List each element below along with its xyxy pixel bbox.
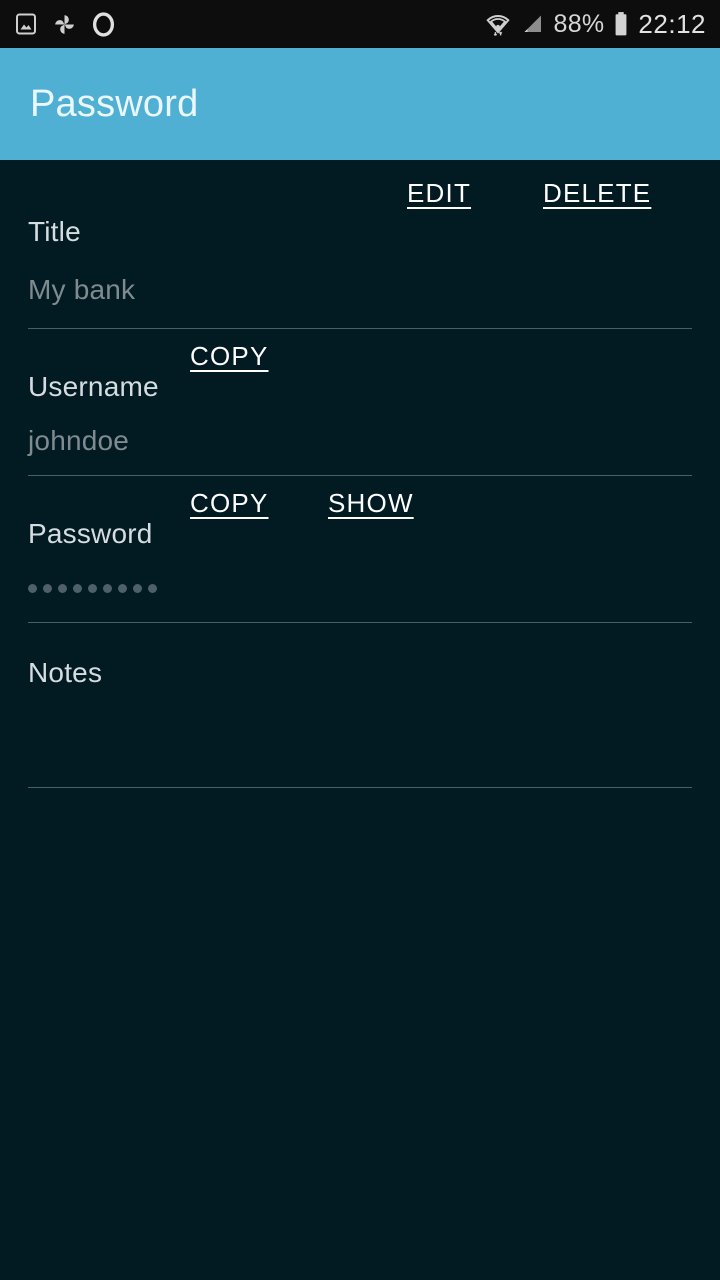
field-group-password: Password COPY SHOW <box>0 476 720 623</box>
password-field-header: Password COPY SHOW <box>28 476 692 554</box>
notes-field-header: Notes <box>28 623 692 693</box>
title-field-actions: EDIT DELETE <box>28 160 692 252</box>
copy-password-button[interactable]: COPY <box>190 488 268 519</box>
username-input-value[interactable]: johndoe <box>28 425 129 457</box>
password-dot <box>73 583 82 593</box>
password-dot <box>43 583 52 593</box>
password-input-row[interactable] <box>28 554 692 623</box>
delete-button[interactable]: DELETE <box>543 178 651 209</box>
username-field-label: Username <box>28 371 159 402</box>
page-title: Password <box>30 82 199 125</box>
wifi-icon <box>485 11 511 37</box>
status-bar-right-icons: 88% 22:12 <box>485 9 706 40</box>
show-password-button[interactable]: SHOW <box>328 488 414 519</box>
password-masked-value[interactable] <box>28 583 157 593</box>
field-group-notes: Notes <box>0 623 720 788</box>
app-bar: Password <box>0 48 720 160</box>
password-dot <box>58 583 67 593</box>
title-field-label: Title <box>28 216 81 247</box>
username-field-header: Username COPY <box>28 329 692 407</box>
notes-field-label: Notes <box>28 657 103 688</box>
password-dot <box>28 583 37 593</box>
password-dot <box>88 583 97 593</box>
edit-button[interactable]: EDIT <box>407 178 471 209</box>
password-detail-form: Title EDIT DELETE My bank Username COPY … <box>0 160 720 788</box>
title-input-value[interactable]: My bank <box>28 274 135 306</box>
pinwheel-icon <box>52 12 77 37</box>
status-bar-left-icons <box>14 11 116 37</box>
password-dot <box>103 583 112 593</box>
vodafone-icon <box>91 11 116 37</box>
password-dot <box>118 583 127 593</box>
field-group-username: Username COPY johndoe <box>0 329 720 476</box>
battery-percent-label: 88% <box>553 9 605 38</box>
field-group-title: Title EDIT DELETE My bank <box>0 160 720 329</box>
notes-input-row[interactable] <box>28 693 692 788</box>
title-input-row[interactable]: My bank <box>28 252 692 329</box>
battery-icon <box>613 11 629 37</box>
signal-icon <box>520 12 544 36</box>
gallery-icon <box>14 12 38 36</box>
copy-username-button[interactable]: COPY <box>190 341 268 372</box>
title-field-header: Title EDIT DELETE <box>28 160 692 252</box>
password-field-label: Password <box>28 518 153 549</box>
password-dot <box>133 583 142 593</box>
password-dot <box>148 583 157 593</box>
status-bar: 88% 22:12 <box>0 0 720 48</box>
status-bar-clock: 22:12 <box>638 8 706 39</box>
username-input-row[interactable]: johndoe <box>28 407 692 476</box>
